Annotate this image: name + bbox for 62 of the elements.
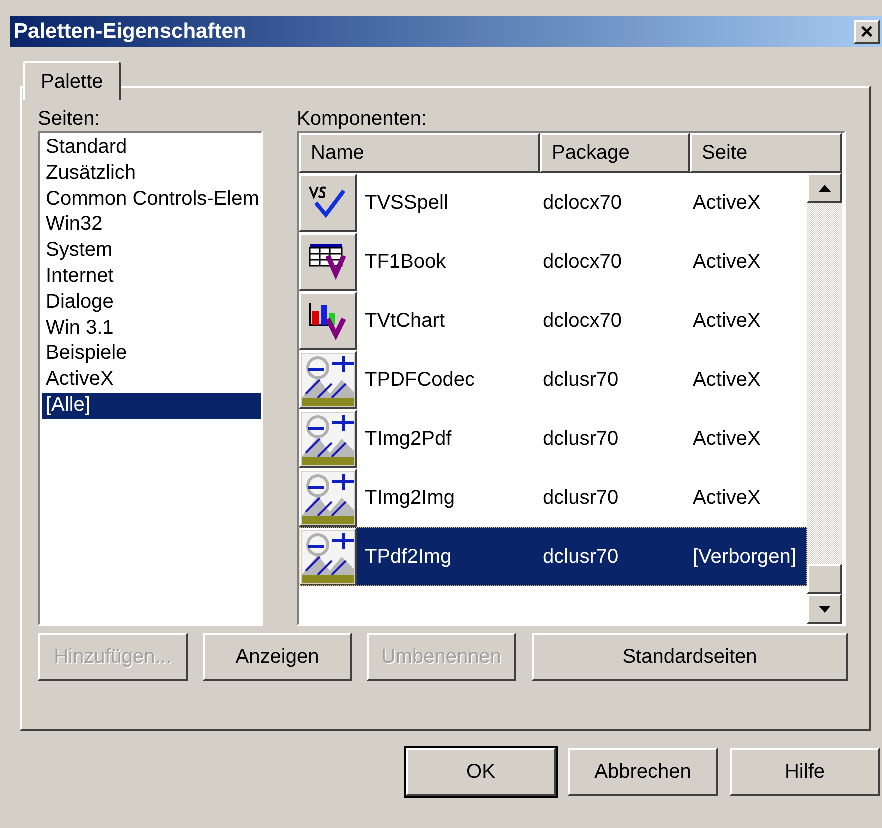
up-arrow-icon (818, 184, 830, 192)
column-header[interactable]: Seite (690, 133, 842, 173)
page-item[interactable]: Win32 (42, 212, 261, 238)
component-name: TImg2Pdf (364, 426, 453, 452)
page-item[interactable]: Common Controls-Elem (42, 186, 261, 212)
component-name: TPDFCodec (364, 368, 476, 392)
component-row[interactable]: TPdf2Img dclusr70 [Verborgen] (299, 527, 807, 586)
page-name: ActiveX (693, 486, 761, 510)
component-row[interactable]: TF1Book dclocx70 ActiveX (299, 232, 807, 291)
page-name: ActiveX (693, 426, 761, 452)
page-item[interactable]: [Alle] (42, 392, 261, 419)
package-name: dclocx70 (543, 250, 623, 274)
component-row[interactable]: TVSSpell dclocx70 ActiveX (299, 173, 807, 232)
page-item[interactable]: Win 3.1 (42, 316, 261, 342)
page-name: ActiveX (693, 308, 761, 334)
dialog-button[interactable]: Standardseiten (532, 633, 848, 681)
component-row[interactable]: TPDFCodec dclusr70 ActiveX (299, 350, 807, 409)
package-name: dclocx70 (543, 190, 623, 216)
mountain-component-icon (302, 530, 354, 582)
component-name: TImg2Img (364, 486, 456, 510)
page-item[interactable]: Internet (42, 264, 261, 290)
page-item[interactable]: System (42, 238, 261, 264)
package-name: dclocx70 (543, 308, 623, 334)
column-header[interactable]: Package (540, 133, 690, 173)
component-row[interactable]: TVtChart dclocx70 ActiveX (299, 291, 807, 350)
package-name: dclusr70 (543, 426, 620, 452)
scrollbar[interactable] (807, 173, 842, 624)
page-item[interactable]: Zusätzlich (42, 160, 261, 187)
mountain-component-icon (302, 412, 354, 464)
component-row[interactable]: TImg2Pdf dclusr70 ActiveX (299, 409, 807, 468)
page-item[interactable]: Dialoge (42, 290, 261, 316)
tab[interactable]: Palette (23, 61, 122, 100)
close-button[interactable]: × (854, 20, 880, 44)
page-name: ActiveX (693, 190, 761, 216)
window-title: Paletten-Eigenschaften (14, 18, 246, 45)
package-name: dclusr70 (543, 368, 620, 392)
page-name: [Verborgen] (693, 544, 796, 570)
mountain-component-icon (302, 472, 354, 524)
dialog-button[interactable]: Abbrechen (568, 748, 718, 796)
dialog-button[interactable]: OK (406, 748, 556, 796)
dialog-button[interactable]: Hilfe (730, 748, 880, 796)
component-row[interactable]: TImg2Img dclusr70 ActiveX (299, 468, 807, 527)
table-icon (308, 242, 348, 282)
page-item[interactable]: ActiveX (42, 367, 261, 393)
page-item[interactable]: Beispiele (42, 341, 261, 368)
component-name: TF1Book (364, 250, 448, 274)
page-name: ActiveX (693, 250, 761, 274)
component-name: TVtChart (364, 308, 446, 334)
page-name: ActiveX (693, 368, 761, 392)
scroll-thumb[interactable] (807, 564, 842, 594)
bar-chart-icon (308, 300, 348, 340)
package-name: dclusr70 (543, 544, 620, 570)
component-name: TVSSpell (364, 190, 450, 216)
column-header[interactable]: Name (299, 133, 540, 173)
dialog-button[interactable]: Anzeigen (203, 633, 352, 681)
page-item[interactable]: Standard (42, 135, 261, 161)
mountain-component-icon (302, 354, 354, 406)
package-name: dclusr70 (543, 486, 620, 510)
component-name: TPdf2Img (364, 544, 453, 570)
down-arrow-icon (818, 606, 830, 612)
components-label: Komponenten: (297, 110, 428, 129)
pages-label: Seiten: (38, 110, 102, 129)
